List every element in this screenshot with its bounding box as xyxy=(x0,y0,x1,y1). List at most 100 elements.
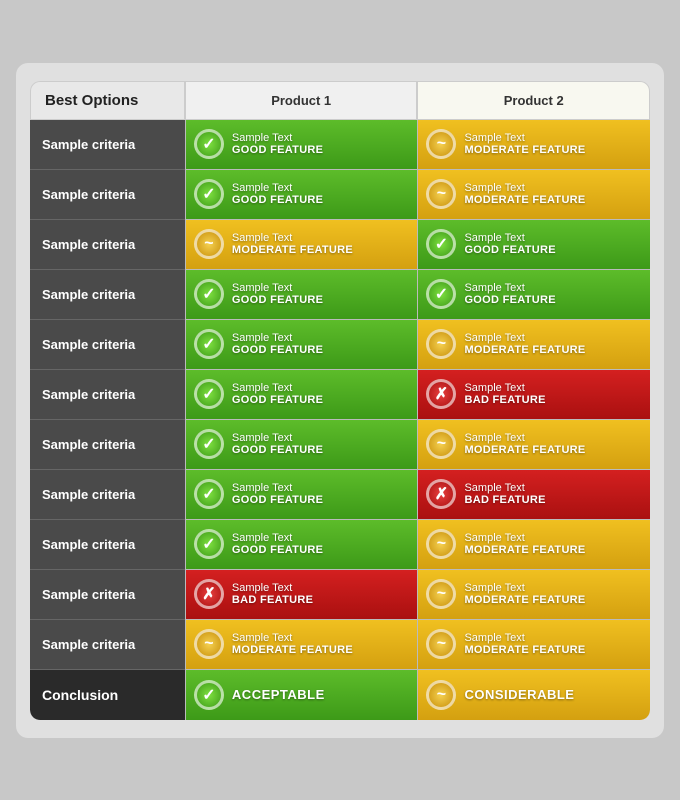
criteria-label: Sample criteria xyxy=(30,620,185,670)
feature-cell: ✓ Sample Text GOOD FEATURE xyxy=(185,470,418,520)
feature-bottom: BAD FEATURE xyxy=(464,394,545,406)
feature-bottom: GOOD FEATURE xyxy=(232,194,323,206)
feature-top: Sample Text xyxy=(464,532,585,544)
table-wrapper: Best Options Product 1 Product 2 Sample … xyxy=(16,63,664,738)
feature-bottom: GOOD FEATURE xyxy=(232,494,323,506)
criteria-label: Sample criteria xyxy=(30,320,185,370)
feature-cell: ~ Sample Text MODERATE FEATURE xyxy=(185,220,418,270)
criteria-label: Sample criteria xyxy=(30,470,185,520)
conclusion-icon-p2: ~ xyxy=(426,680,456,710)
feature-top: Sample Text xyxy=(232,532,323,544)
feature-top: Sample Text xyxy=(464,332,585,344)
feature-icon: ~ xyxy=(194,229,224,259)
feature-text: Sample Text MODERATE FEATURE xyxy=(464,432,585,456)
feature-cell: ✗ Sample Text BAD FEATURE xyxy=(417,370,650,420)
feature-icon: ✓ xyxy=(194,329,224,359)
feature-bottom: GOOD FEATURE xyxy=(232,444,323,456)
feature-text: Sample Text GOOD FEATURE xyxy=(232,432,323,456)
feature-icon: ✓ xyxy=(194,279,224,309)
criteria-label: Sample criteria xyxy=(30,370,185,420)
feature-icon: ✗ xyxy=(426,479,456,509)
header-row: Best Options Product 1 Product 2 xyxy=(30,81,650,120)
feature-text: Sample Text MODERATE FEATURE xyxy=(232,632,353,656)
feature-cell: ~ Sample Text MODERATE FEATURE xyxy=(417,420,650,470)
conclusion-label: Conclusion xyxy=(30,670,185,720)
feature-text: Sample Text GOOD FEATURE xyxy=(232,332,323,356)
criteria-row: Sample criteria ✓ Sample Text GOOD FEATU… xyxy=(30,120,650,170)
feature-icon: ✓ xyxy=(194,379,224,409)
conclusion-row: Conclusion ✓ ACCEPTABLE ~ CONSIDERABLE xyxy=(30,670,650,720)
feature-icon: ~ xyxy=(426,129,456,159)
feature-text: Sample Text MODERATE FEATURE xyxy=(464,632,585,656)
criteria-row: Sample criteria ✓ Sample Text GOOD FEATU… xyxy=(30,270,650,320)
feature-text: Sample Text GOOD FEATURE xyxy=(232,382,323,406)
feature-bottom: MODERATE FEATURE xyxy=(232,244,353,256)
feature-cell: ~ Sample Text MODERATE FEATURE xyxy=(185,620,418,670)
feature-top: Sample Text xyxy=(232,582,313,594)
feature-bottom: MODERATE FEATURE xyxy=(464,144,585,156)
feature-cell: ✗ Sample Text BAD FEATURE xyxy=(417,470,650,520)
feature-top: Sample Text xyxy=(464,132,585,144)
feature-top: Sample Text xyxy=(232,432,323,444)
feature-cell: ✓ Sample Text GOOD FEATURE xyxy=(417,270,650,320)
feature-bottom: MODERATE FEATURE xyxy=(464,444,585,456)
criteria-row: Sample criteria ~ Sample Text MODERATE F… xyxy=(30,620,650,670)
criteria-label: Sample criteria xyxy=(30,570,185,620)
feature-top: Sample Text xyxy=(464,482,545,494)
feature-top: Sample Text xyxy=(232,332,323,344)
criteria-row: Sample criteria ✓ Sample Text GOOD FEATU… xyxy=(30,370,650,420)
feature-cell: ✓ Sample Text GOOD FEATURE xyxy=(185,270,418,320)
feature-top: Sample Text xyxy=(232,632,353,644)
feature-text: Sample Text BAD FEATURE xyxy=(464,482,545,506)
feature-bottom: GOOD FEATURE xyxy=(232,394,323,406)
feature-bottom: MODERATE FEATURE xyxy=(464,644,585,656)
feature-cell: ✓ Sample Text GOOD FEATURE xyxy=(185,320,418,370)
criteria-label: Sample criteria xyxy=(30,120,185,170)
feature-icon: ✓ xyxy=(194,129,224,159)
conclusion-icon-p1: ✓ xyxy=(194,680,224,710)
feature-top: Sample Text xyxy=(232,232,353,244)
feature-bottom: MODERATE FEATURE xyxy=(464,594,585,606)
feature-bottom: GOOD FEATURE xyxy=(464,294,555,306)
feature-text: Sample Text GOOD FEATURE xyxy=(464,282,555,306)
conclusion-cell-p2: ~ CONSIDERABLE xyxy=(417,670,650,720)
header-product1: Product 1 xyxy=(185,81,418,120)
feature-top: Sample Text xyxy=(232,482,323,494)
feature-text: Sample Text GOOD FEATURE xyxy=(232,482,323,506)
feature-icon: ✓ xyxy=(194,179,224,209)
feature-top: Sample Text xyxy=(232,132,323,144)
feature-bottom: GOOD FEATURE xyxy=(464,244,555,256)
feature-bottom: MODERATE FEATURE xyxy=(464,194,585,206)
feature-text: Sample Text GOOD FEATURE xyxy=(232,532,323,556)
feature-icon: ✓ xyxy=(426,279,456,309)
feature-top: Sample Text xyxy=(464,232,555,244)
criteria-label: Sample criteria xyxy=(30,270,185,320)
criteria-row: Sample criteria ~ Sample Text MODERATE F… xyxy=(30,220,650,270)
feature-text: Sample Text GOOD FEATURE xyxy=(232,282,323,306)
feature-icon: ✗ xyxy=(194,579,224,609)
feature-top: Sample Text xyxy=(464,182,585,194)
feature-icon: ~ xyxy=(426,329,456,359)
feature-cell: ~ Sample Text MODERATE FEATURE xyxy=(417,570,650,620)
feature-icon: ✓ xyxy=(426,229,456,259)
feature-top: Sample Text xyxy=(464,282,555,294)
header-best-options: Best Options xyxy=(30,81,185,120)
criteria-row: Sample criteria ✓ Sample Text GOOD FEATU… xyxy=(30,420,650,470)
feature-cell: ~ Sample Text MODERATE FEATURE xyxy=(417,170,650,220)
feature-top: Sample Text xyxy=(464,632,585,644)
feature-cell: ~ Sample Text MODERATE FEATURE xyxy=(417,620,650,670)
feature-cell: ✓ Sample Text GOOD FEATURE xyxy=(185,520,418,570)
feature-icon: ✗ xyxy=(426,379,456,409)
feature-icon: ✓ xyxy=(194,429,224,459)
feature-text: Sample Text MODERATE FEATURE xyxy=(464,532,585,556)
feature-cell: ✓ Sample Text GOOD FEATURE xyxy=(185,420,418,470)
feature-text: Sample Text MODERATE FEATURE xyxy=(464,182,585,206)
feature-text: Sample Text MODERATE FEATURE xyxy=(464,332,585,356)
criteria-row: Sample criteria ✓ Sample Text GOOD FEATU… xyxy=(30,470,650,520)
feature-icon: ~ xyxy=(426,179,456,209)
criteria-label: Sample criteria xyxy=(30,520,185,570)
feature-cell: ✓ Sample Text GOOD FEATURE xyxy=(185,120,418,170)
feature-top: Sample Text xyxy=(232,182,323,194)
feature-text: Sample Text MODERATE FEATURE xyxy=(464,582,585,606)
feature-cell: ✓ Sample Text GOOD FEATURE xyxy=(185,170,418,220)
